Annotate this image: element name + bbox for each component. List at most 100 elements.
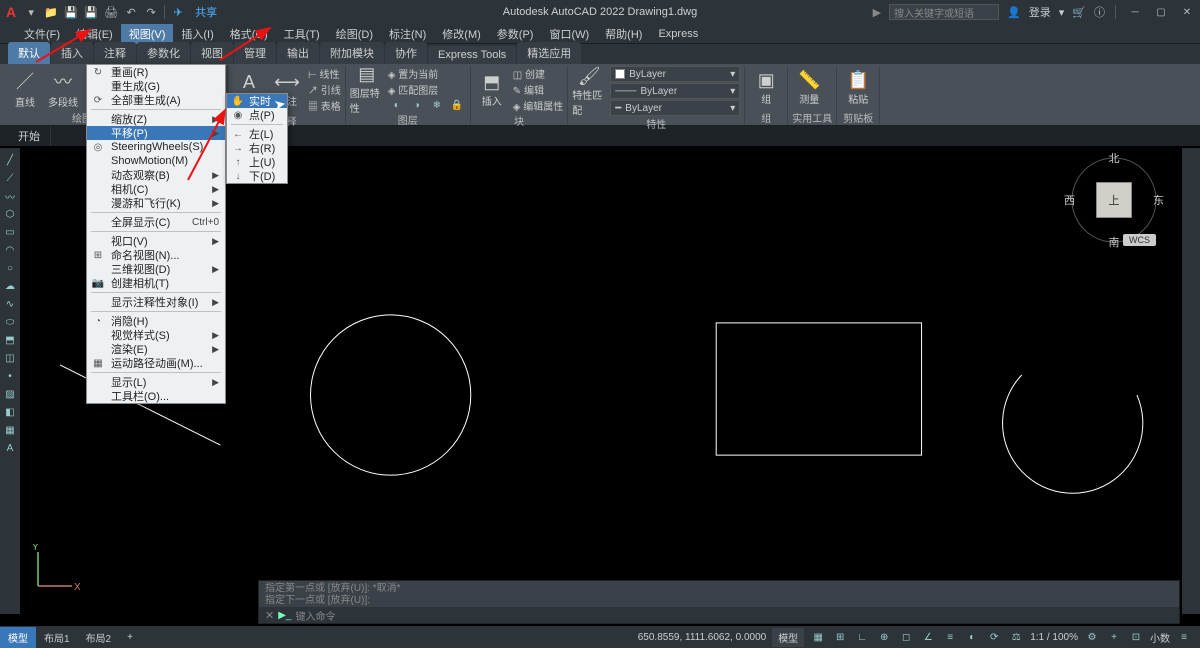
menu-item[interactable]: 视口(V)▶	[87, 234, 225, 248]
tab-addins[interactable]: 附加模块	[320, 42, 384, 64]
tool-pline-icon[interactable]: 〰	[2, 188, 18, 204]
menu-item[interactable]: 全屏显示(C)Ctrl+0	[87, 215, 225, 229]
units-icon[interactable]: ⊡	[1128, 629, 1144, 645]
submenu-item[interactable]: →右(R)	[227, 141, 287, 155]
tab-default[interactable]: 默认	[8, 42, 50, 64]
tool-circle-icon[interactable]: ○	[2, 260, 18, 276]
layerprop-button[interactable]: ▤图层特性	[350, 67, 384, 111]
tool-hatch-icon[interactable]: ▨	[2, 386, 18, 402]
qat-share-icon[interactable]: ✈	[169, 3, 187, 21]
tool-point-icon[interactable]: •	[2, 368, 18, 384]
layout1-tab[interactable]: 布局1	[36, 627, 78, 648]
filetab-start[interactable]: 开始	[8, 126, 51, 146]
annomonitor-icon[interactable]: +	[1106, 629, 1122, 645]
menu-item[interactable]: 三维视图(D)▶	[87, 262, 225, 276]
tab-insert[interactable]: 插入	[51, 42, 93, 64]
autodesk-app-icon[interactable]: ▾	[1059, 6, 1065, 19]
ltype-combo[interactable]: ───ByLayer▾	[610, 83, 740, 99]
qat-open-icon[interactable]: 📁	[42, 3, 60, 21]
linear-button[interactable]: ⊢ 线性	[308, 66, 341, 81]
units-label[interactable]: 小数	[1150, 630, 1170, 645]
menu-item[interactable]: 平移(P)▶	[87, 126, 225, 140]
menu-format[interactable]: 格式(O)	[222, 24, 276, 44]
menu-express[interactable]: Express	[650, 26, 706, 42]
ws-switch-icon[interactable]: ⚙	[1084, 629, 1100, 645]
tab-parametric[interactable]: 参数化	[137, 42, 190, 64]
customize-icon[interactable]: ≡	[1176, 629, 1192, 645]
command-close-icon[interactable]: ✕	[265, 609, 274, 622]
qat-save-icon[interactable]: 💾	[62, 3, 80, 21]
cycle-icon[interactable]: ⟳	[986, 629, 1002, 645]
qat-new-icon[interactable]: ▾	[22, 3, 40, 21]
menu-item[interactable]: 视觉样式(S)▶	[87, 328, 225, 342]
layer-iso-icon[interactable]: ◐	[388, 98, 406, 112]
command-input[interactable]: ✕ ▶_ 键入命令	[259, 607, 1179, 623]
tool-text-icon[interactable]: A	[2, 440, 18, 456]
tool-block-icon[interactable]: ◫	[2, 350, 18, 366]
grid-icon[interactable]: ▦	[810, 629, 826, 645]
menu-item[interactable]: 工具栏(O)...	[87, 389, 225, 403]
tab-output[interactable]: 输出	[277, 42, 319, 64]
menu-item[interactable]: ShowMotion(M)	[87, 154, 225, 168]
scale-combo[interactable]: 1:1 / 100%	[1030, 632, 1078, 643]
minimize-button[interactable]: ─	[1126, 5, 1144, 19]
tool-table-icon[interactable]: ▦	[2, 422, 18, 438]
menu-help[interactable]: 帮助(H)	[597, 24, 650, 44]
polar-icon[interactable]: ⊕	[876, 629, 892, 645]
command-line[interactable]: 指定第一点或 [放弃(U)]: *取消*指定下一点或 [放弃(U)]: ✕ ▶_…	[258, 580, 1180, 624]
color-combo[interactable]: ByLayer▾	[610, 66, 740, 82]
maximize-button[interactable]: ▢	[1152, 5, 1170, 19]
tool-polygon-icon[interactable]: ⬡	[2, 206, 18, 222]
menu-param[interactable]: 参数(P)	[489, 24, 542, 44]
menu-item[interactable]: 缩放(Z)▶	[87, 112, 225, 126]
infocenter-icon[interactable]: ⓘ	[1094, 4, 1105, 20]
add-layout-button[interactable]: +	[119, 629, 141, 646]
submenu-item[interactable]: ←左(L)	[227, 127, 287, 141]
tool-insert-icon[interactable]: ⬒	[2, 332, 18, 348]
tool-xline-icon[interactable]: ⟋	[2, 170, 18, 186]
submenu-item[interactable]: ↑上(U)	[227, 155, 287, 169]
tab-featured[interactable]: 精选应用	[517, 42, 581, 64]
tab-manage[interactable]: 管理	[234, 42, 276, 64]
model-tab[interactable]: 模型	[0, 627, 36, 648]
line-button[interactable]: ／直线	[8, 66, 42, 110]
annoscale-icon[interactable]: ⚖	[1008, 629, 1024, 645]
tool-revcloud-icon[interactable]: ☁	[2, 278, 18, 294]
tool-spline-icon[interactable]: ∿	[2, 296, 18, 312]
match-button[interactable]: 🖌特性匹配	[572, 69, 606, 113]
tab-view[interactable]: 视图	[191, 42, 233, 64]
menu-view[interactable]: 视图(V)	[121, 24, 174, 44]
leader-button[interactable]: ↗ 引线	[308, 82, 341, 97]
matchlayer-button[interactable]: ◈ 匹配图层	[388, 82, 466, 97]
menu-edit[interactable]: 编辑(E)	[68, 24, 121, 44]
search-input[interactable]: 搜入关键字或短语	[889, 4, 999, 20]
menu-insert[interactable]: 插入(I)	[173, 24, 221, 44]
tool-line-icon[interactable]: ╱	[2, 152, 18, 168]
menu-item[interactable]: ⟳全部重生成(A)	[87, 93, 225, 107]
viewcube-north[interactable]: 北	[1109, 150, 1120, 166]
menu-item[interactable]: ◎SteeringWheels(S)	[87, 140, 225, 154]
menu-item[interactable]: ▦运动路径动画(M)...	[87, 356, 225, 370]
qat-saveas-icon[interactable]: 💾	[82, 3, 100, 21]
menu-item[interactable]: 漫游和飞行(K)▶	[87, 196, 225, 210]
share-label[interactable]: 共享	[195, 4, 217, 20]
menu-file[interactable]: 文件(F)	[16, 24, 68, 44]
qat-plot-icon[interactable]: 🖨	[102, 3, 120, 21]
tool-ellipse-icon[interactable]: ⬭	[2, 314, 18, 330]
osnap-icon[interactable]: ◻	[898, 629, 914, 645]
tab-collab[interactable]: 协作	[385, 42, 427, 64]
edit-attr-button[interactable]: ◈ 编辑属性	[513, 98, 563, 113]
tool-rect-icon[interactable]: ▭	[2, 224, 18, 240]
ortho-icon[interactable]: ∟	[854, 629, 870, 645]
submenu-item[interactable]: ↓下(D)	[227, 169, 287, 183]
menu-tools[interactable]: 工具(T)	[276, 24, 328, 44]
menu-dim[interactable]: 标注(N)	[381, 24, 434, 44]
group-button[interactable]: ▣组	[749, 66, 783, 110]
create-block-button[interactable]: ◫ 创建	[513, 66, 563, 81]
transparency-icon[interactable]: ◐	[964, 629, 980, 645]
menu-item[interactable]: 📷创建相机(T)	[87, 276, 225, 290]
tool-region-icon[interactable]: ◧	[2, 404, 18, 420]
cart-icon[interactable]: 🛒	[1072, 6, 1086, 19]
insert-button[interactable]: ⬒插入	[475, 68, 509, 112]
close-button[interactable]: ✕	[1178, 5, 1196, 19]
